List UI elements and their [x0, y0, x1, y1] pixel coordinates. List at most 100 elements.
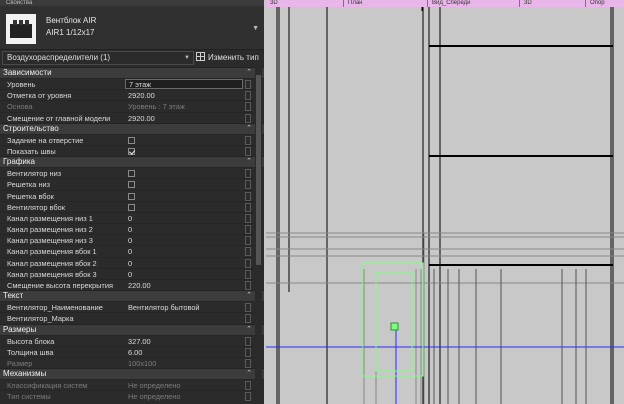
category-filter[interactable]: Воздухораспределители (1) ▼ [2, 51, 194, 65]
properties-panel: Свойства Вентблок AIR AIR1 1/12x17 ▼ Воз… [0, 0, 264, 404]
property-row[interactable]: Уровень 7 этаж [0, 78, 264, 89]
associate-parameter-button[interactable] [245, 269, 251, 279]
associate-parameter-button[interactable] [245, 80, 251, 89]
associate-parameter-button[interactable] [245, 303, 251, 313]
view-tab[interactable]: 3D [520, 0, 586, 7]
associate-parameter-button[interactable] [245, 281, 251, 290]
property-row[interactable]: Вентилятор низ [0, 167, 264, 179]
checkbox-unchecked[interactable] [128, 181, 135, 189]
property-row: Основа Уровень : 7 этаж [0, 100, 264, 112]
section-header[interactable]: Строительство ⌃ [0, 122, 264, 134]
property-row: Классификация систем Не определено [0, 379, 264, 391]
property-row[interactable]: Смещение от главной модели 2920.00 [0, 111, 264, 123]
associate-parameter-button[interactable] [245, 169, 251, 179]
view-tab[interactable]: 3D [266, 0, 344, 7]
associate-parameter-button[interactable] [245, 102, 251, 112]
collapse-icon[interactable]: ⌃ [246, 157, 252, 167]
associate-parameter-button[interactable] [245, 202, 251, 212]
section-header[interactable]: Графика ⌃ [0, 156, 264, 168]
property-row[interactable]: Вентилятор_Наименование Вентилятор бытово… [0, 301, 264, 313]
section-title: Механизмы [3, 369, 47, 379]
property-row[interactable]: Канал размещения вбок 20 [0, 256, 264, 268]
view-tab[interactable]: Вид_Спереди [428, 0, 520, 7]
property-row[interactable]: Задание на отверстие [0, 133, 264, 145]
view-tab[interactable]: Опор [586, 0, 624, 7]
property-row[interactable]: Вентилятор вбок [0, 200, 264, 212]
associate-parameter-button[interactable] [245, 314, 251, 324]
collapse-icon[interactable]: ⌃ [246, 369, 252, 379]
property-row[interactable]: Высота блока 327.00 [0, 334, 264, 346]
drawing-canvas[interactable] [266, 7, 624, 404]
collapse-icon[interactable]: ⌃ [246, 68, 252, 78]
view-tabs: 3D План Вид_Спереди 3D Опор [266, 0, 624, 7]
associate-parameter-button[interactable] [245, 146, 251, 156]
chevron-down-icon: ▼ [184, 55, 190, 61]
checkbox-unchecked[interactable] [128, 170, 135, 178]
edit-type-button[interactable]: Изменить тип [196, 51, 262, 65]
associate-parameter-button[interactable] [245, 347, 251, 357]
property-row[interactable]: Решетка вбок [0, 189, 264, 201]
associate-parameter-button[interactable] [245, 381, 251, 391]
section-header[interactable]: Размеры ⌃ [0, 323, 264, 335]
selection-grip-icon [390, 322, 399, 331]
associate-parameter-button[interactable] [245, 191, 251, 201]
properties-grid: Зависимости ⌃ Уровень 7 этаж Отметка от уров… [0, 67, 264, 402]
associate-parameter-button[interactable] [245, 236, 251, 246]
section-title: Размеры [3, 324, 37, 334]
property-row[interactable]: Канал размещения вбок 30 [0, 267, 264, 279]
section-header[interactable]: Текст ⌃ [0, 290, 264, 302]
view-tab[interactable]: План [344, 0, 428, 7]
section-title: Зависимости [3, 68, 52, 77]
associate-parameter-button[interactable] [245, 225, 251, 235]
property-row[interactable]: Канал размещения низ 10 [0, 211, 264, 223]
property-row: Размер 100x100 [0, 356, 264, 368]
panel-scrollbar[interactable] [255, 67, 262, 404]
associate-parameter-button[interactable] [245, 135, 251, 145]
family-name: Вентблок AIR [46, 16, 97, 25]
property-row[interactable]: Отметка от уровня 2920.00 [0, 89, 264, 101]
drawing-svg [266, 7, 624, 404]
associate-parameter-button[interactable] [245, 392, 251, 402]
property-row: Тип системы Не определено [0, 390, 264, 402]
section-title: Графика [3, 157, 35, 167]
category-filter-label: Воздухораспределители (1) [7, 53, 111, 62]
property-label: Тип системы [7, 392, 51, 402]
property-input[interactable]: 7 этаж [125, 79, 243, 89]
type-name: AIR1 1/12x17 [46, 28, 95, 37]
edit-type-icon [196, 52, 205, 61]
associate-parameter-button[interactable] [245, 258, 251, 268]
scrollbar-thumb[interactable] [256, 75, 261, 265]
checkbox-unchecked[interactable] [128, 203, 135, 211]
collapse-icon[interactable]: ⌃ [246, 124, 252, 134]
selected-element-outline [362, 262, 424, 377]
property-row[interactable]: Канал размещения низ 20 [0, 223, 264, 235]
collapse-icon[interactable]: ⌃ [246, 325, 252, 335]
checkbox-unchecked[interactable] [128, 192, 135, 200]
associate-parameter-button[interactable] [245, 180, 251, 190]
property-row[interactable]: Смещение высота перекрытия 220.00 [0, 279, 264, 290]
type-selector[interactable]: Вентблок AIR AIR1 1/12x17 ▼ [0, 6, 264, 50]
associate-parameter-button[interactable] [245, 336, 251, 346]
property-row[interactable]: Вентилятор_Марка [0, 312, 264, 324]
section-title: Строительство [3, 123, 59, 133]
family-thumbnail [6, 14, 36, 44]
edit-type-label: Изменить тип [208, 53, 259, 62]
property-row[interactable]: Толщина шва 6.00 [0, 345, 264, 357]
associate-parameter-button[interactable] [245, 113, 251, 123]
dropdown-icon[interactable]: ▼ [252, 25, 259, 32]
associate-parameter-button[interactable] [245, 247, 251, 257]
property-value: Не определено [128, 392, 181, 402]
section-title: Текст [3, 291, 24, 301]
property-row[interactable]: Канал размещения низ 30 [0, 234, 264, 246]
checkbox-unchecked[interactable] [128, 136, 135, 144]
associate-parameter-button[interactable] [245, 213, 251, 223]
section-header[interactable]: Механизмы ⌃ [0, 368, 264, 380]
property-row[interactable]: Канал размещения вбок 10 [0, 245, 264, 257]
section-header[interactable]: Зависимости ⌃ [0, 67, 264, 78]
associate-parameter-button[interactable] [245, 358, 251, 368]
associate-parameter-button[interactable] [245, 91, 251, 101]
collapse-icon[interactable]: ⌃ [246, 291, 252, 301]
property-row[interactable]: Решетка низ [0, 178, 264, 190]
property-row[interactable]: Показать швы [0, 144, 264, 156]
checkbox-checked[interactable] [128, 147, 135, 155]
